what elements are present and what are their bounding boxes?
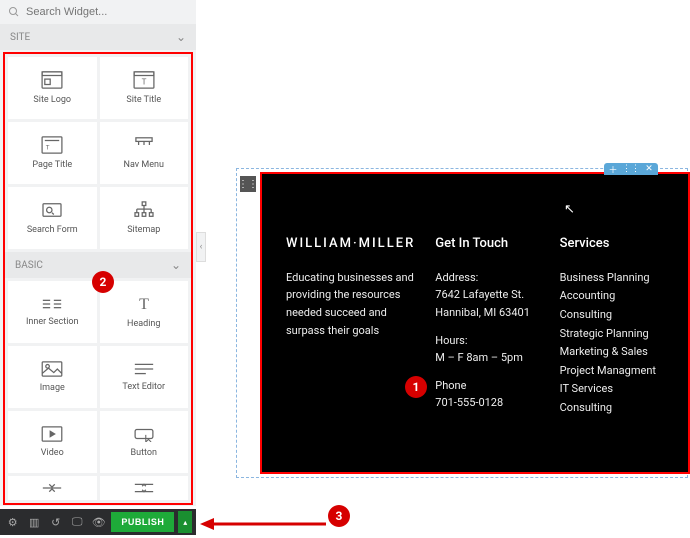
widget-label: Button — [131, 448, 157, 458]
footer-service-item[interactable]: Business Planning — [560, 269, 664, 287]
widget-spacer[interactable] — [100, 476, 189, 500]
bottom-panel-bar: ⚙ ▥ ↺ 🖵 👁 PUBLISH ▴ — [0, 509, 196, 535]
widget-search-form[interactable]: Search Form — [8, 187, 97, 249]
section-header-site[interactable]: SITE ⌄ — [0, 24, 196, 50]
search-form-icon — [41, 201, 63, 219]
footer-phone-value: 701-555-0128 — [435, 394, 539, 412]
widget-sitemap[interactable]: Sitemap — [100, 187, 189, 249]
site-title-icon: T — [133, 71, 155, 89]
footer-service-item[interactable]: Strategic Planning — [560, 325, 664, 343]
widget-divider[interactable] — [8, 476, 97, 500]
footer-about-text: Educating businesses and providing the r… — [286, 269, 415, 339]
widget-page-title[interactable]: T Page Title — [8, 122, 97, 184]
widget-label: Image — [40, 383, 65, 393]
preview-icon[interactable]: 👁 — [90, 513, 107, 531]
footer-services-heading: Services — [560, 234, 664, 255]
footer-address-label: Address: — [435, 269, 539, 287]
annotation-3: 3 — [328, 505, 350, 527]
publish-button[interactable]: PUBLISH — [111, 512, 174, 532]
annotation-arrow-3 — [200, 516, 330, 532]
sitemap-icon — [133, 201, 155, 219]
widget-site-logo[interactable]: Site Logo — [8, 57, 97, 119]
section-label: BASIC — [15, 260, 43, 271]
footer-phone-label: Phone — [435, 377, 539, 395]
widget-label: Page Title — [32, 160, 72, 170]
widget-label: Text Editor — [122, 382, 165, 392]
widget-image[interactable]: Image — [8, 346, 97, 408]
widget-site-title[interactable]: T Site Title — [100, 57, 189, 119]
responsive-icon[interactable]: 🖵 — [68, 513, 85, 531]
widget-text-editor[interactable]: Text Editor — [100, 346, 189, 408]
widget-nav-menu[interactable]: Nav Menu — [100, 122, 189, 184]
footer-col-contact: Get In Touch Address: 7642 Lafayette St.… — [435, 234, 539, 452]
basic-widgets-grid: Inner Section T Heading Image Text Edito… — [5, 278, 191, 503]
footer-address-1: 7642 Lafayette St. — [435, 286, 539, 304]
footer-hours-value: M – F 8am – 5pm — [435, 349, 539, 367]
widget-label: Search Form — [27, 225, 78, 235]
widget-label: Heading — [127, 319, 160, 329]
widget-label: Nav Menu — [124, 160, 164, 170]
widget-label: Site Logo — [33, 95, 71, 105]
footer-service-item[interactable]: IT Services — [560, 380, 664, 398]
video-icon — [41, 426, 63, 442]
search-input[interactable] — [26, 6, 188, 18]
widget-label: Sitemap — [127, 225, 160, 235]
widget-video[interactable]: Video — [8, 411, 97, 473]
footer-service-item[interactable]: Project Managment — [560, 362, 664, 380]
svg-text:T: T — [139, 296, 149, 313]
widget-label: Video — [41, 448, 64, 458]
section-drag-icon[interactable]: ⋮⋮ — [622, 163, 640, 175]
widget-heading[interactable]: T Heading — [100, 281, 189, 343]
search-icon — [8, 6, 20, 18]
footer-brand: WILLIAM·MILLER — [286, 234, 415, 255]
search-row — [0, 0, 196, 24]
widgets-sidebar: SITE ⌄ Site Logo T Site Title T Page Tit… — [0, 0, 196, 506]
image-icon — [41, 361, 63, 377]
footer-hours-label: Hours: — [435, 332, 539, 350]
button-icon — [133, 426, 155, 442]
chevron-down-icon: ⌄ — [171, 258, 181, 272]
editor-canvas[interactable]: ⋮⋮ ＋ ⋮⋮ ✕ WILLIAM·MILLER Educating busin… — [208, 0, 690, 504]
section-label: SITE — [10, 32, 30, 43]
heading-icon: T — [134, 295, 154, 313]
svg-text:T: T — [141, 77, 146, 87]
footer-service-item[interactable]: Marketing & Sales — [560, 343, 664, 361]
widget-label: Site Title — [126, 95, 161, 105]
annotation-1: 1 — [405, 376, 427, 398]
page-title-icon: T — [41, 136, 63, 154]
chevron-down-icon: ⌄ — [176, 30, 186, 44]
site-logo-icon — [41, 71, 63, 89]
footer-section[interactable]: WILLIAM·MILLER Educating businesses and … — [260, 172, 690, 474]
footer-services-list: Business PlanningAccountingConsultingStr… — [560, 269, 664, 417]
widget-label: Inner Section — [26, 317, 79, 327]
cursor-icon: ↖ — [564, 202, 575, 217]
nav-menu-icon — [133, 136, 155, 154]
footer-service-item[interactable]: Accounting — [560, 287, 664, 305]
widget-button[interactable]: Button — [100, 411, 189, 473]
section-add-icon[interactable]: ＋ — [604, 163, 622, 175]
footer-address-2: Hannibal, MI 63401 — [435, 304, 539, 322]
site-widgets-grid: Site Logo T Site Title T Page Title Nav … — [5, 54, 191, 252]
inner-section-icon — [41, 297, 63, 311]
widget-inner-section[interactable]: Inner Section — [8, 281, 97, 343]
divider-icon — [41, 482, 63, 494]
text-editor-icon — [133, 362, 155, 376]
history-icon[interactable]: ↺ — [47, 513, 64, 531]
settings-icon[interactable]: ⚙ — [4, 513, 21, 531]
spacer-icon — [133, 482, 155, 494]
footer-col-about: WILLIAM·MILLER Educating businesses and … — [286, 234, 415, 452]
panel-collapse-handle[interactable]: ‹ — [196, 232, 206, 262]
footer-col-services: Services Business PlanningAccountingCons… — [560, 234, 664, 452]
section-toolbar: ＋ ⋮⋮ ✕ — [604, 163, 658, 175]
section-edit-handle[interactable]: ⋮⋮ — [240, 176, 256, 192]
section-close-icon[interactable]: ✕ — [640, 163, 658, 175]
annotation-2: 2 — [92, 271, 114, 293]
svg-text:T: T — [46, 144, 50, 152]
navigator-icon[interactable]: ▥ — [25, 513, 42, 531]
footer-contact-heading: Get In Touch — [435, 234, 539, 255]
publish-options-caret[interactable]: ▴ — [178, 511, 192, 533]
footer-service-item[interactable]: Consulting — [560, 306, 664, 324]
footer-service-item[interactable]: Consulting — [560, 399, 664, 417]
